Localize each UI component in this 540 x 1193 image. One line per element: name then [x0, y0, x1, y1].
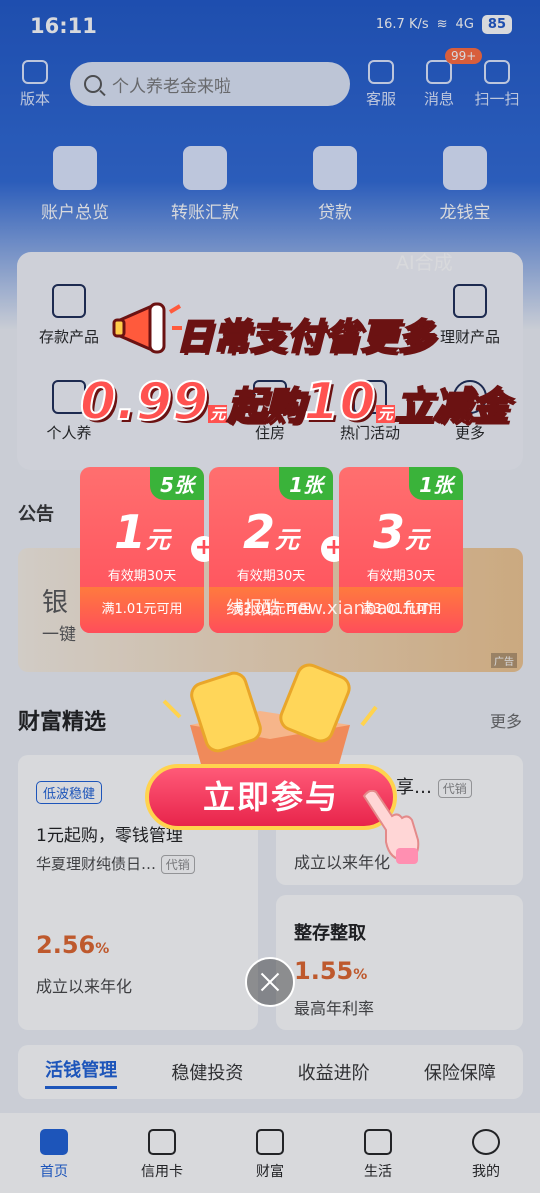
coupon-amount: 1 — [113, 505, 146, 559]
pointing-hand-icon — [362, 790, 420, 864]
promo-mid-text: 起购 — [226, 383, 304, 429]
coupon-validity: 有效期30天 — [107, 569, 177, 584]
watermark-text: 线报酷 new.xianbao.fun — [226, 598, 434, 619]
promo-tail-text: 立减金 — [394, 383, 510, 429]
coupon-validity: 有效期30天 — [236, 569, 306, 584]
coupon-count: 1张 — [279, 467, 333, 500]
promo-price-unit: 元 — [208, 405, 228, 423]
promo-amount-unit: 元 — [375, 405, 395, 423]
coupon-count: 5张 — [150, 467, 204, 500]
promo-headline: 日常支付省更多 — [175, 316, 436, 359]
promo-price: 0.99 — [79, 371, 209, 433]
gift-box-icon — [162, 663, 378, 775]
coupon-amount: 3 — [372, 505, 405, 559]
coupon-unit: 元 — [146, 526, 170, 554]
coupon-validity: 有效期30天 — [366, 569, 436, 584]
coupon-1[interactable]: 5张 1元 有效期30天 满1.01元可用 — [80, 467, 204, 633]
megaphone-icon — [112, 302, 182, 354]
promo-offer-line: 0.99 元起购10 元立减金 — [79, 371, 510, 434]
coupon-condition: 满1.01元可用 — [80, 587, 204, 633]
coupon-count: 1张 — [409, 467, 463, 500]
coupon-unit: 元 — [405, 526, 429, 554]
close-popup-button[interactable] — [245, 957, 295, 1007]
promo-amount: 10 — [302, 371, 376, 433]
coupon-unit: 元 — [275, 526, 299, 554]
coupon-amount: 2 — [242, 505, 275, 559]
